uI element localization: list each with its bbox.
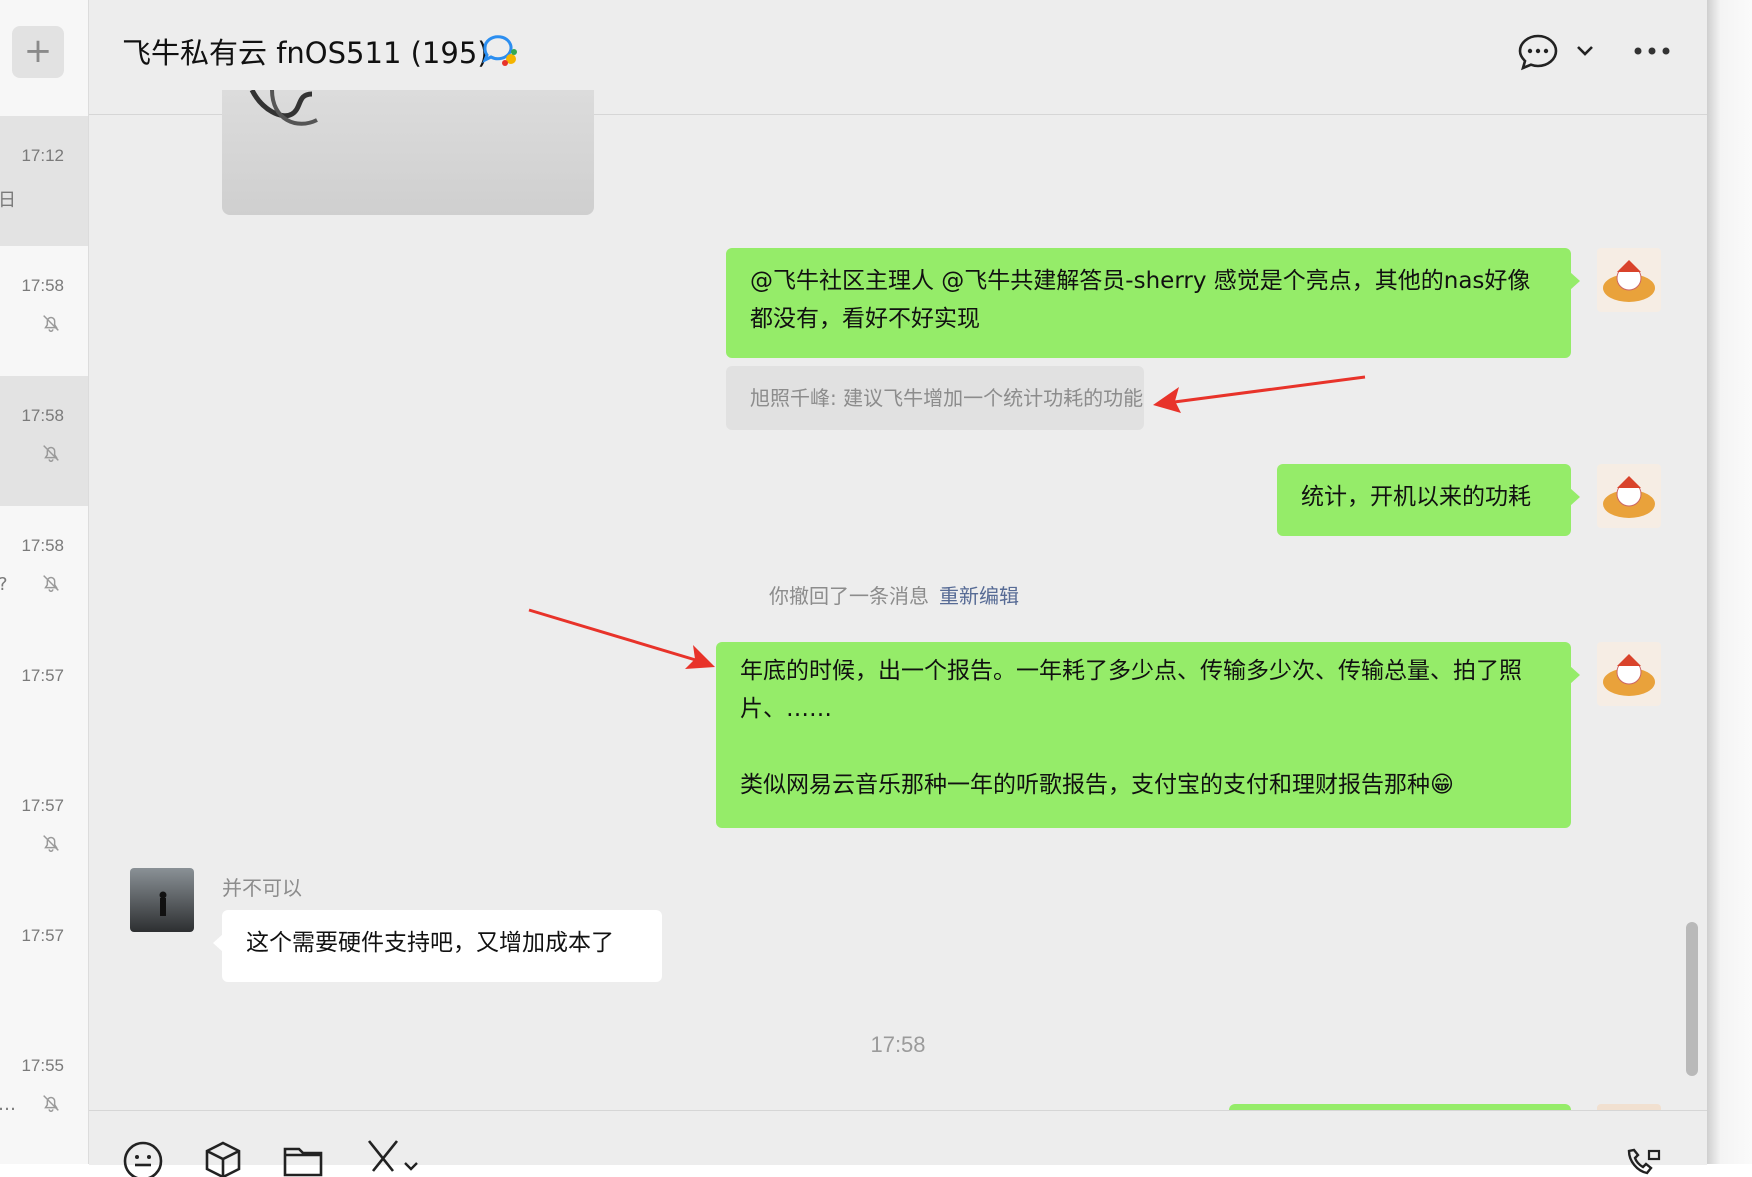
- annotation-arrow-line: [1158, 375, 1366, 406]
- muted-bell-icon: [43, 445, 59, 462]
- add-chat-button[interactable]: +: [12, 26, 64, 78]
- favorites-icon[interactable]: [201, 1137, 245, 1177]
- conversation-item[interactable]: 17:57: [0, 896, 88, 1026]
- conversation-item[interactable]: 17:58: [0, 376, 88, 506]
- conversation-time: 17:58: [21, 406, 64, 425]
- photo-cable-shape: [249, 90, 318, 126]
- muted-bell-icon: [43, 835, 59, 852]
- conversation-sidebar: + 17:12 日 17:58 17:58 17:58 ? 17:57 17:5…: [0, 0, 89, 1164]
- muted-bell-icon: [43, 315, 59, 332]
- scrollbar[interactable]: [1686, 922, 1698, 1076]
- message-bubble-self[interactable]: 统计，开机以来的功耗: [1277, 464, 1580, 536]
- re-edit-link[interactable]: 重新编辑: [939, 584, 1019, 608]
- avatar[interactable]: [1597, 642, 1661, 706]
- conversation-item[interactable]: 17:57: [0, 766, 88, 896]
- sender-name: 并不可以: [222, 876, 302, 900]
- annotation-arrowhead: [1153, 387, 1181, 413]
- message-text-line: 类似网易云音乐那种一年的听歌报告，支付宝的支付和理财报告那种😁: [740, 772, 1454, 798]
- conversation-time: 17:58: [21, 536, 64, 555]
- conversation-item[interactable]: 17:12 日: [0, 116, 88, 246]
- muted-bell-icon: [43, 575, 59, 592]
- chevron-down-icon[interactable]: [1575, 44, 1595, 58]
- annotation-arrow-line: [528, 608, 710, 666]
- message-bubble-self[interactable]: 年底的时候，出一个报告。一年耗了多少点、传输多少次、传输总量、拍了照片、…… 类…: [716, 642, 1580, 828]
- time-separator: 17:58: [870, 1032, 926, 1057]
- quoted-message[interactable]: 旭照千峰: 建议飞牛增加一个统计功耗的功能: [726, 366, 1144, 430]
- conversation-time: 17:55: [21, 1056, 64, 1075]
- conversation-time: 17:57: [21, 796, 64, 815]
- conversation-time: 17:12: [21, 146, 64, 165]
- shared-photo[interactable]: [222, 90, 594, 215]
- message-bubble-other[interactable]: 这个需要硬件支持吧，又增加成本了: [213, 910, 662, 982]
- avatar[interactable]: [1597, 248, 1661, 312]
- chat-panel: 飞牛私有云 fnOS511 (195) @飞牛社区主理人 @飞牛共建解答员-sh…: [89, 0, 1707, 1177]
- conversation-item[interactable]: 17:58: [0, 246, 88, 376]
- conversation-snippet: 日: [0, 186, 16, 212]
- conversation-item[interactable]: 17:57: [0, 636, 88, 766]
- conversation-time: 17:58: [21, 276, 64, 295]
- recall-text: 你撤回了一条消息: [769, 584, 929, 608]
- conversation-time: 17:57: [21, 666, 64, 685]
- avatar[interactable]: [1597, 464, 1661, 528]
- message-bubble-self[interactable]: @飞牛社区主理人 @飞牛共建解答员-sherry 感觉是个亮点，其他的nas好像…: [726, 248, 1580, 358]
- conversation-item[interactable]: 17:55 …: [0, 1026, 88, 1156]
- window-shadow: [1707, 0, 1752, 1164]
- chevron-down-icon[interactable]: [401, 1137, 421, 1177]
- more-options-icon[interactable]: [1633, 42, 1671, 60]
- folder-icon[interactable]: [281, 1137, 325, 1177]
- group-badge-icon[interactable]: [481, 32, 519, 68]
- conversation-snippet: …: [0, 1094, 16, 1115]
- message-text-line: 年底的时候，出一个报告。一年耗了多少点、传输多少次、传输总量、拍了照片、……: [740, 658, 1522, 722]
- emoji-icon[interactable]: [121, 1137, 165, 1177]
- muted-bell-icon: [43, 1095, 59, 1112]
- chat-info-icon[interactable]: [1517, 32, 1559, 72]
- voice-video-call-icon[interactable]: [1621, 1137, 1665, 1177]
- conversation-item[interactable]: 17:58 ?: [0, 506, 88, 636]
- screenshot-scissors-icon[interactable]: [361, 1137, 405, 1177]
- annotation-arrowhead: [685, 645, 715, 669]
- conversation-time: 17:57: [21, 926, 64, 945]
- chat-title: 飞牛私有云 fnOS511 (195): [122, 36, 489, 70]
- recall-notice: 你撤回了一条消息 重新编辑: [769, 580, 1019, 609]
- composer-toolbar: [89, 1110, 1707, 1177]
- sender-avatar[interactable]: [130, 868, 194, 932]
- conversation-snippet: ?: [0, 574, 8, 595]
